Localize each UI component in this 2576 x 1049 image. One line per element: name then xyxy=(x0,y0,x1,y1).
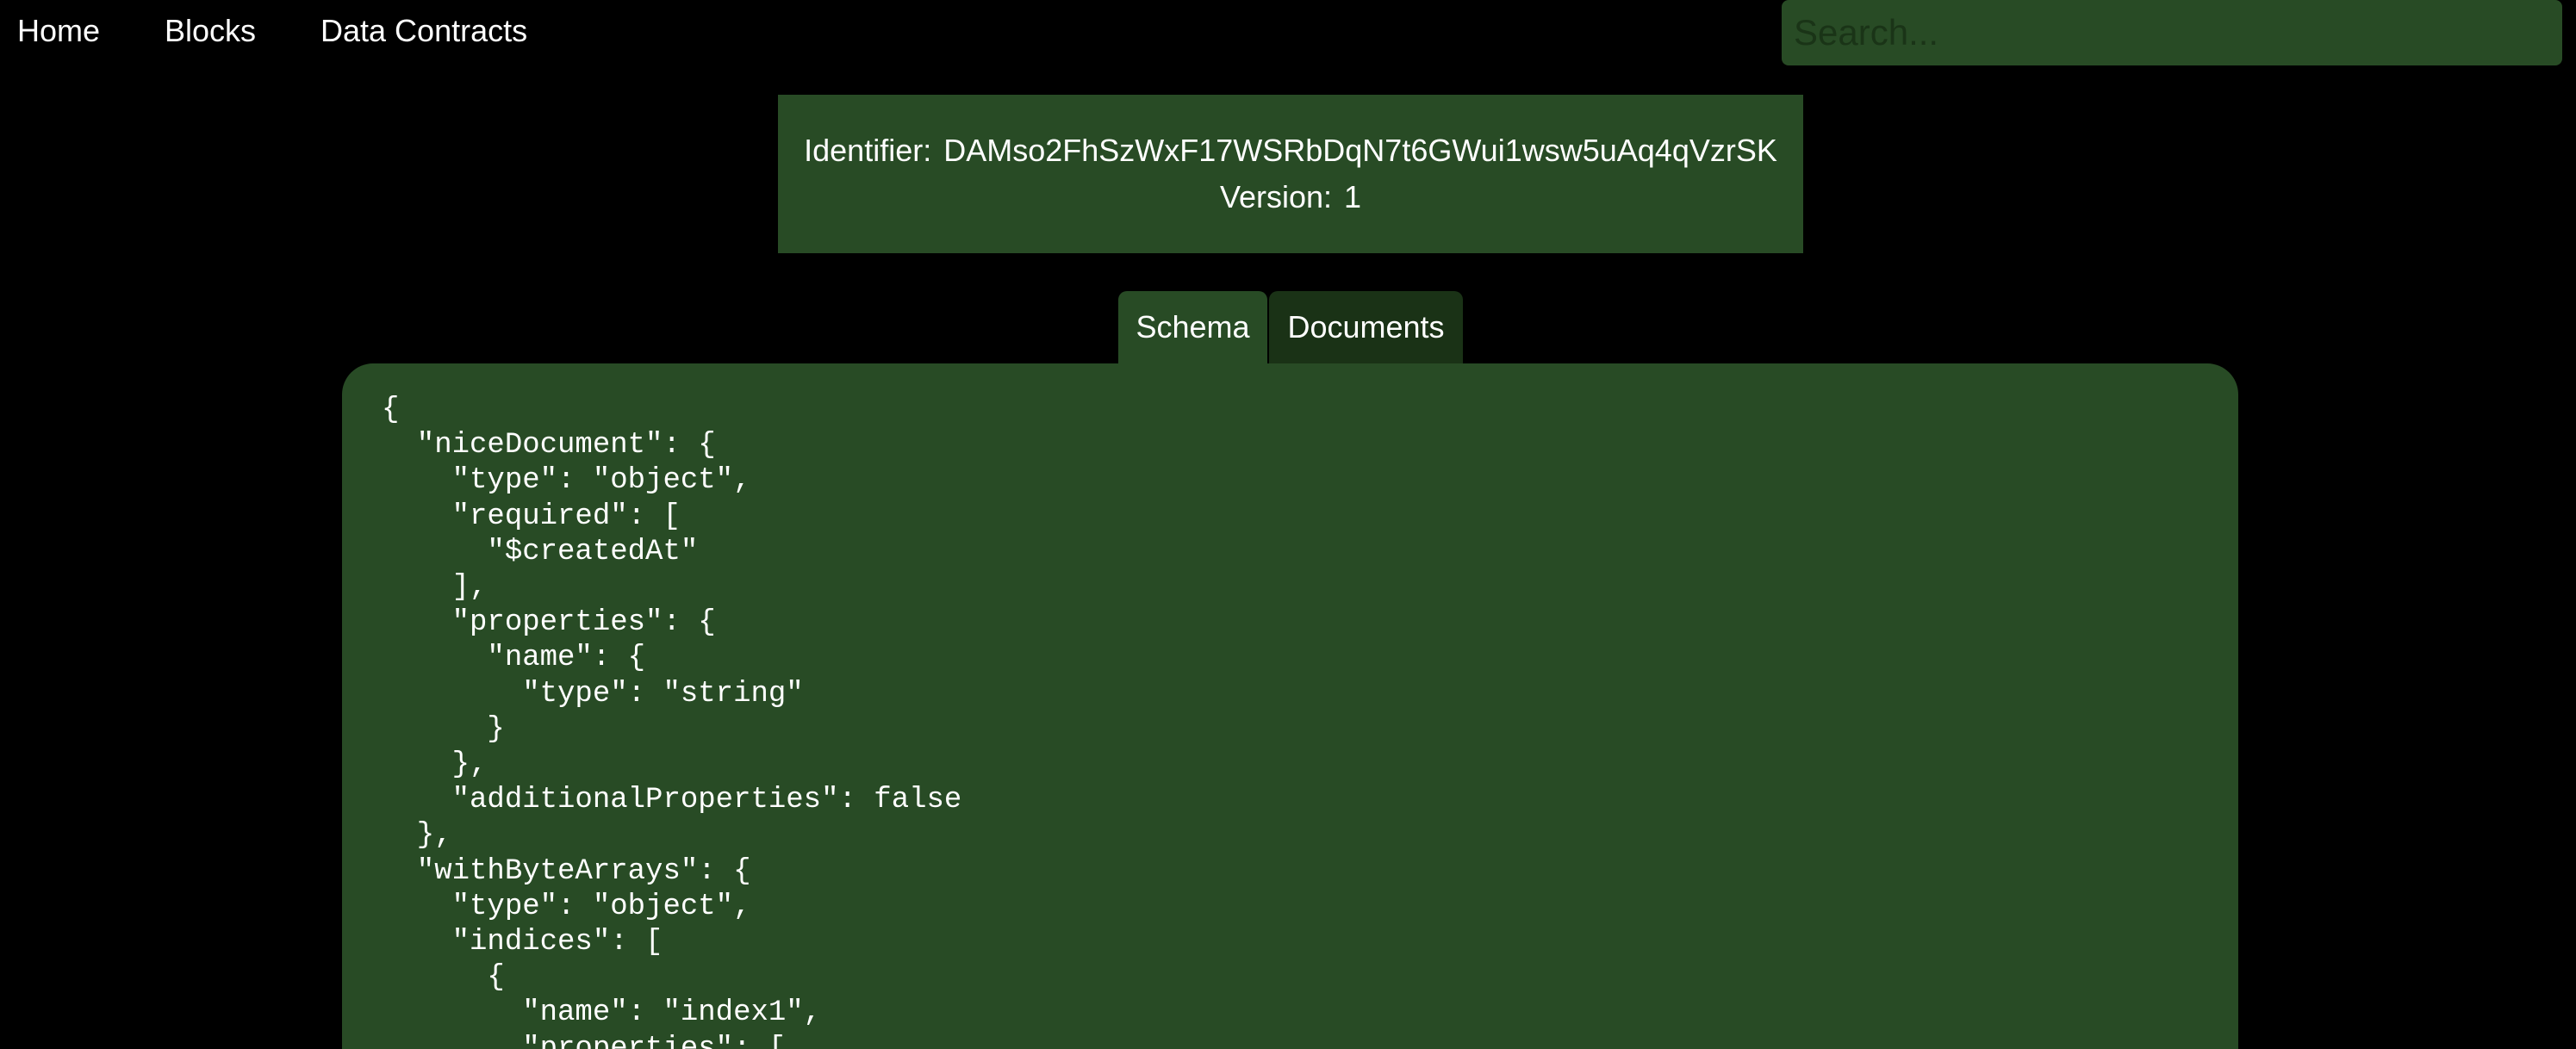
code-line: "properties": { xyxy=(382,606,716,640)
code-line: "type": "string" xyxy=(382,677,804,711)
code-line: "indices": [ xyxy=(382,926,663,959)
version-label: Version: xyxy=(1219,179,1333,214)
search-input[interactable] xyxy=(1782,0,2562,65)
code-line: { xyxy=(382,394,400,426)
identifier-value: DAMso2FhSzWxF17WSRbDqN7t6GWui1wsw5uAq4qV… xyxy=(943,133,1777,168)
code-line: ], xyxy=(382,571,488,605)
schema-code-panel: { "niceDocument": { "type": "object", "r… xyxy=(342,363,2238,1049)
code-line: "properties": [ xyxy=(382,1032,787,1049)
code-line: }, xyxy=(382,748,488,782)
nav-link-blocks[interactable]: Blocks xyxy=(165,12,256,50)
contract-info-box: Identifier: DAMso2FhSzWxF17WSRbDqN7t6GWui… xyxy=(778,95,1803,253)
code-line: "type": "object", xyxy=(382,464,751,498)
code-line: "withByteArrays": { xyxy=(382,854,751,888)
code-line: "type": "object", xyxy=(382,890,751,923)
nav-link-home[interactable]: Home xyxy=(17,12,100,50)
code-line: "niceDocument": { xyxy=(382,429,716,462)
code-line: "required": [ xyxy=(382,500,681,533)
identifier-label: Identifier: xyxy=(804,133,932,168)
nav-link-data-contracts[interactable]: Data Contracts xyxy=(320,12,527,50)
code-line: } xyxy=(382,712,505,746)
code-line: }, xyxy=(382,819,452,853)
version-value: 1 xyxy=(1344,179,1362,214)
code-line: "additionalProperties": false xyxy=(382,784,962,817)
code-line: "name": { xyxy=(382,642,646,675)
code-line: "name": "index1", xyxy=(382,996,822,1030)
tab-schema[interactable]: Schema xyxy=(1118,291,1267,363)
code-line: { xyxy=(382,961,505,995)
version-row: Version: 1 xyxy=(1220,174,1361,220)
page: Home Blocks Data Contracts Identifier: DA… xyxy=(0,0,2576,1049)
code-line: "$createdAt" xyxy=(382,535,699,568)
identifier-row: Identifier: DAMso2FhSzWxF17WSRbDqN7t6GWui… xyxy=(804,127,1777,174)
tab-documents[interactable]: Documents xyxy=(1269,291,1463,363)
